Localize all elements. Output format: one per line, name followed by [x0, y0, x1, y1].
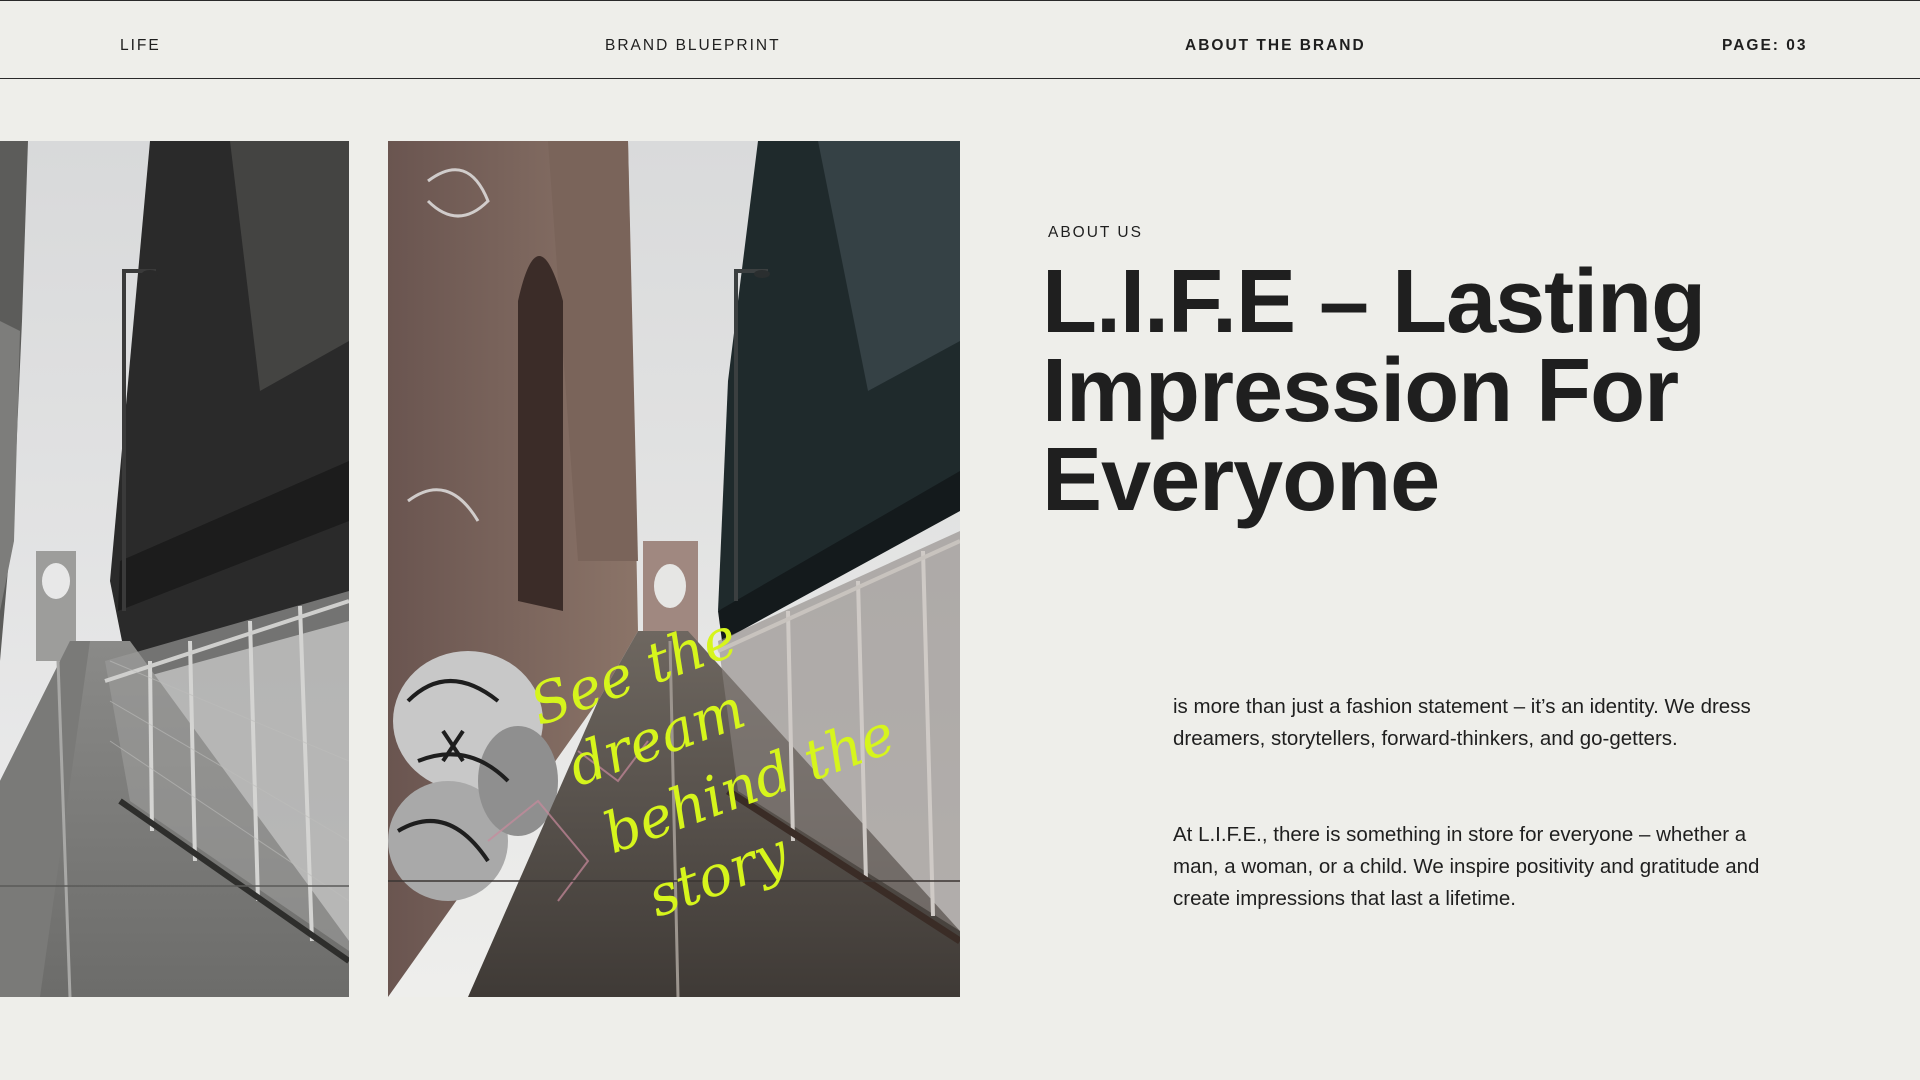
- title-line-3: Everyone: [1042, 430, 1440, 530]
- header-document-title: BRAND BLUEPRINT: [605, 37, 781, 54]
- title-line-2: Impression For: [1042, 341, 1679, 441]
- section-eyebrow: ABOUT US: [1048, 224, 1143, 241]
- header-page-number: PAGE: 03: [1722, 37, 1808, 54]
- top-header-bar: LIFE BRAND BLUEPRINT ABOUT THE BRAND PAG…: [0, 0, 1920, 79]
- bridge-walkway-photo: [0, 141, 349, 997]
- bridge-walkway-photo-graffiti: See the dream behind the story: [388, 141, 960, 997]
- header-brand: LIFE: [120, 37, 161, 54]
- title-line-1: L.I.F.E – Lasting: [1042, 252, 1706, 352]
- bridge-walkway-photo-left: [0, 141, 349, 997]
- about-paragraph-1: is more than just a fashion statement – …: [1173, 695, 1751, 750]
- page-title: L.I.F.E – Lasting Impression For Everyon…: [1042, 257, 1842, 525]
- header-section-title: ABOUT THE BRAND: [1185, 37, 1366, 54]
- bridge-walkway-photo-right: See the dream behind the story: [388, 141, 960, 997]
- about-paragraph-2: At L.I.F.E., there is something in store…: [1173, 823, 1760, 910]
